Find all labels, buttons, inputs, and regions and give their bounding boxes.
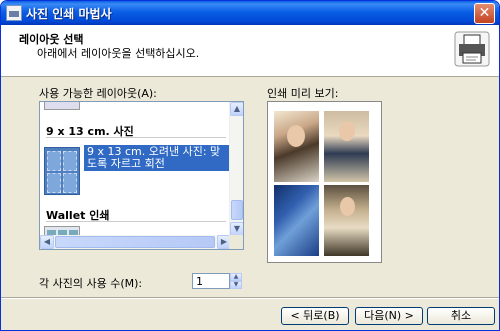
preview-photo (323, 184, 370, 257)
title-bar[interactable]: 사진 인쇄 마법사 ✕ (1, 1, 499, 25)
copies-label: 각 사진의 사용 수(M): (39, 277, 143, 290)
cancel-button[interactable]: 취소 (427, 307, 495, 325)
window-title: 사진 인쇄 마법사 (26, 7, 112, 21)
scroll-thumb[interactable] (55, 236, 215, 248)
preview-photo (273, 110, 320, 183)
group-separator (46, 137, 226, 138)
copies-input[interactable]: 1 (192, 273, 230, 289)
wizard-header: 레이아웃 선택 아래에서 레이아웃을 선택하십시오. (1, 25, 499, 77)
back-button[interactable]: < 뒤로(B) (281, 307, 349, 325)
footer-divider (1, 297, 499, 299)
copies-stepper[interactable]: ▲ ▼ (230, 273, 242, 289)
scroll-thumb[interactable] (231, 200, 243, 220)
layout-thumbnail (44, 147, 80, 195)
printer-icon (454, 31, 490, 67)
horizontal-scrollbar[interactable]: ◀ ▶ (40, 235, 231, 249)
print-preview (267, 101, 382, 263)
scroll-down-icon[interactable]: ▼ (230, 222, 243, 236)
header-subtitle: 아래에서 레이아웃을 선택하십시오. (37, 47, 200, 60)
preview-label: 인쇄 미리 보기: (267, 87, 339, 100)
spin-up-icon[interactable]: ▲ (230, 273, 242, 281)
preview-photo (323, 110, 370, 183)
preview-photo (273, 184, 320, 257)
spin-down-icon[interactable]: ▼ (230, 281, 242, 289)
layout-list[interactable]: 9 x 13 cm. 사진 9 x 13 cm. 오려낸 사진: 맞도록 자르고… (39, 101, 244, 250)
vertical-scrollbar[interactable]: ▲ ▼ (229, 102, 243, 236)
layout-list-content: 9 x 13 cm. 사진 9 x 13 cm. 오려낸 사진: 맞도록 자르고… (40, 102, 231, 236)
scroll-up-icon[interactable]: ▲ (230, 102, 243, 116)
printer-wizard-icon (6, 5, 22, 21)
group-separator (46, 221, 226, 222)
wizard-window: 사진 인쇄 마법사 ✕ 레이아웃 선택 아래에서 레이아웃을 선택하십시오. 사… (0, 0, 500, 331)
layout-thumbnail[interactable] (44, 102, 80, 110)
scroll-left-icon[interactable]: ◀ (40, 235, 54, 249)
layout-list-label: 사용 가능한 레이아웃(A): (39, 87, 157, 100)
scrollbar-corner (229, 235, 243, 249)
next-button[interactable]: 다음(N) > (355, 307, 423, 325)
close-button[interactable]: ✕ (474, 3, 495, 24)
layout-item-9x13-cropped[interactable]: 9 x 13 cm. 오려낸 사진: 맞도록 자르고 회전 (40, 143, 231, 201)
layout-item-label: 9 x 13 cm. 오려낸 사진: 맞도록 자르고 회전 (84, 145, 231, 171)
